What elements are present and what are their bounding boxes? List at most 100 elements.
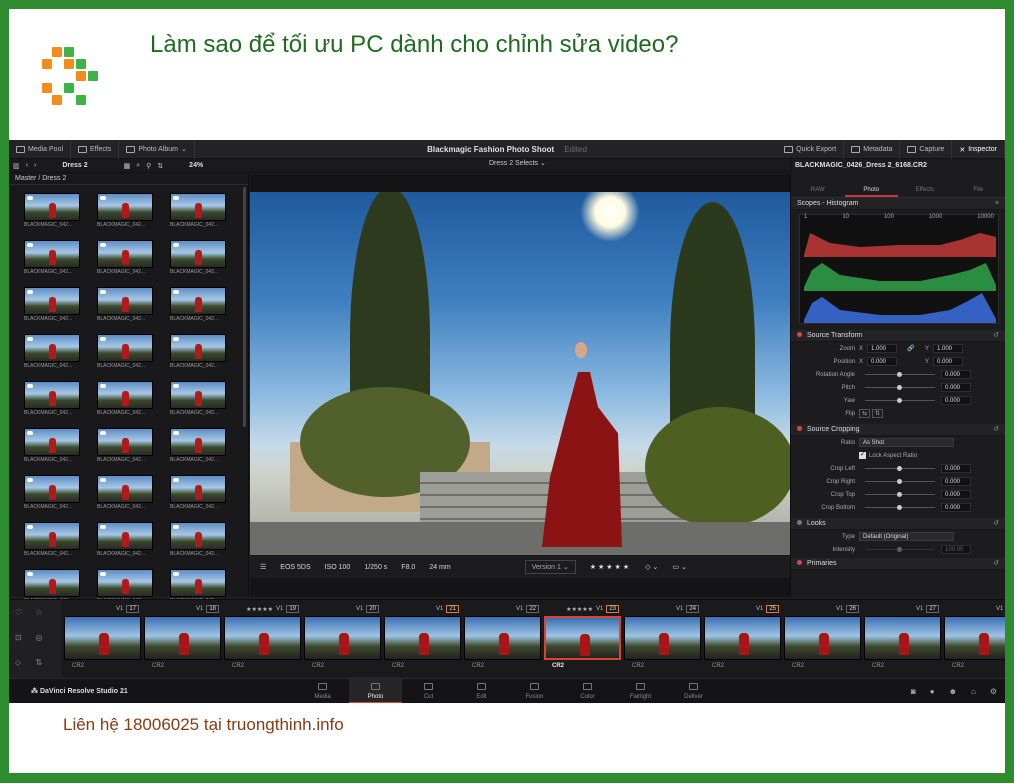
camera-icon[interactable]: ◙ [911,687,916,696]
zoom-level[interactable]: 24% [189,162,203,169]
media-thumbnail[interactable]: BLACKMAGIC_042... [97,475,153,511]
crop-bottom-field[interactable]: 0.000 [941,503,971,512]
page-tab-deliver[interactable]: Deliver [667,679,720,703]
media-thumbnail[interactable]: BLACKMAGIC_042... [97,193,153,229]
nav-back-icon[interactable]: ‹ [26,162,28,169]
adjust-icon[interactable]: ☰ [260,563,266,571]
rating-stars[interactable]: ★★★★★ [590,563,631,571]
target-icon[interactable]: ◎ [36,633,57,644]
link-icon[interactable]: 🔗 [897,345,925,352]
metadata-button[interactable]: Metadata [844,140,901,159]
disabled-dot[interactable] [797,520,802,525]
zoom-y-field[interactable]: 1.000 [933,344,963,353]
media-thumbnail[interactable]: BLACKMAGIC_042... [24,334,80,370]
pitch-slider[interactable] [865,385,935,390]
media-thumbnail[interactable]: BLACKMAGIC_042... [97,428,153,464]
flip-vertical-icon[interactable]: ⇅ [872,409,884,418]
media-thumbnail[interactable]: BLACKMAGIC_042... [170,381,226,417]
effects-button[interactable]: Effects [71,140,120,159]
tag-icon[interactable]: ⬦ [15,658,36,670]
photo-album-button[interactable]: Photo Album ⌄ [119,140,195,159]
page-tab-edit[interactable]: Edit [455,679,508,703]
source-transform-header[interactable]: Source Transform ↺ [791,330,1005,342]
bookmark-icon[interactable]: ⊡ [15,633,36,644]
timeline-clip[interactable]: V1 26 CR2 [784,600,861,678]
crop-top-field[interactable]: 0.000 [941,490,971,499]
media-pool-scrollbar[interactable] [243,187,246,427]
crop-left-field[interactable]: 0.000 [941,464,971,473]
yaw-field[interactable]: 0.000 [941,396,971,405]
media-thumbnail[interactable]: BLACKMAGIC_042... [97,522,153,558]
primaries-header[interactable]: Primaries ↺ [791,558,1005,570]
inspector-button[interactable]: ✕ Inspector [952,140,1005,159]
media-thumbnail[interactable]: BLACKMAGIC_042... [97,240,153,276]
media-thumbnail[interactable]: BLACKMAGIC_042... [24,193,80,229]
capture-button[interactable]: Capture [900,140,953,159]
crop-bottom-slider[interactable] [865,505,935,510]
chat-icon[interactable]: ● [930,687,935,696]
viewer-image[interactable] [250,192,790,555]
timeline-clip[interactable]: V1 17 CR2 [64,600,141,678]
crop-right-field[interactable]: 0.000 [941,477,971,486]
menu-icon[interactable]: ≡ [995,198,999,210]
yaw-slider[interactable] [865,398,935,403]
tab-photo[interactable]: Photo [844,173,898,197]
media-thumbnail[interactable]: BLACKMAGIC_042... [170,334,226,370]
crop-right-slider[interactable] [865,479,935,484]
timeline-clip[interactable]: ★★★★★ V1 23 CR2 [544,600,621,678]
color-tag-icon[interactable]: ▭ ⌄ [672,563,686,571]
timeline-clip[interactable]: V1 18 CR2 [144,600,221,678]
tab-file[interactable]: File [952,173,1006,197]
timeline-clip[interactable]: ★★★★★ V1 19 CR2 [224,600,301,678]
media-thumbnail[interactable]: BLACKMAGIC_042... [24,287,80,323]
lock-aspect-checkbox[interactable]: ✓ [859,452,866,459]
rotation-field[interactable]: 0.000 [941,370,971,379]
media-thumbnail[interactable]: BLACKMAGIC_042... [170,428,226,464]
media-pool-button[interactable]: Media Pool [9,140,72,159]
media-thumbnail[interactable]: BLACKMAGIC_042... [170,475,226,511]
reset-icon[interactable]: ↺ [993,330,999,342]
crop-left-slider[interactable] [865,466,935,471]
gear-icon[interactable]: ⚙ [990,687,997,696]
media-thumbnail[interactable]: BLACKMAGIC_042... [97,287,153,323]
media-thumbnail[interactable]: BLACKMAGIC_042... [24,522,80,558]
timeline-clip[interactable]: V1 22 CR2 [464,600,541,678]
media-thumbnail[interactable]: BLACKMAGIC_042... [24,240,80,276]
position-y-field[interactable]: 0.000 [933,357,963,366]
page-tab-photo[interactable]: Photo [349,679,402,703]
timeline-clip[interactable]: V1 21 CR2 [384,600,461,678]
album-selector[interactable]: Dress 2 Selects ⌄ [489,159,546,167]
page-tab-color[interactable]: Color [561,679,614,703]
star-icon[interactable]: ☆ [36,608,57,619]
timeline-clip[interactable]: V1 20 CR2 [304,600,381,678]
reset-icon[interactable]: ↺ [993,518,999,530]
page-tab-fairlight[interactable]: Fairlight [614,679,667,703]
panel-toggle-icon[interactable]: ▥ [13,162,20,170]
looks-type-dropdown[interactable]: Default (Original) [859,532,954,541]
users-icon[interactable]: ☻ [949,687,957,696]
reset-icon[interactable]: ↺ [993,424,999,436]
crop-top-slider[interactable] [865,492,935,497]
timeline-clip[interactable]: V1 25 CR2 [704,600,781,678]
media-thumbnail[interactable]: BLACKMAGIC_042... [24,475,80,511]
media-thumbnail[interactable]: BLACKMAGIC_042... [170,240,226,276]
bin-name[interactable]: Dress 2 [62,162,87,169]
home-icon[interactable]: ⌂ [971,687,976,696]
position-x-field[interactable]: 0.000 [867,357,897,366]
media-thumbnail[interactable]: BLACKMAGIC_042... [97,381,153,417]
page-tab-fusion[interactable]: Fusion [508,679,561,703]
search-icon[interactable]: ⌕ [136,162,140,170]
sort-icon[interactable]: ⇅ [157,162,163,170]
reset-icon[interactable]: ↺ [993,558,999,570]
enabled-dot[interactable] [797,560,802,565]
media-thumbnail[interactable]: BLACKMAGIC_042... [170,522,226,558]
looks-header[interactable]: Looks ↺ [791,518,1005,530]
grid-view-icon[interactable]: ▦ [124,162,131,170]
page-tab-cut[interactable]: Cut [402,679,455,703]
media-thumbnail[interactable]: BLACKMAGIC_042... [24,381,80,417]
tab-effects[interactable]: Effects [898,173,952,197]
intensity-slider[interactable] [865,547,935,552]
timeline-clip[interactable]: V1 24 CR2 [624,600,701,678]
media-thumbnail[interactable]: BLACKMAGIC_042... [170,287,226,323]
sort-icon[interactable]: ⇅ [36,658,57,670]
